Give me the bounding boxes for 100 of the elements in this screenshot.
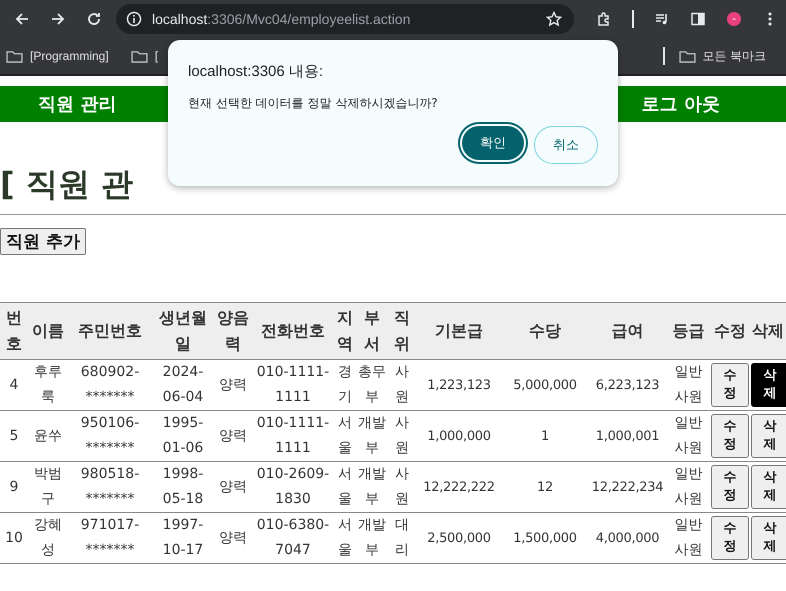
- bookmark-folder[interactable]: [: [154, 49, 158, 63]
- nav-link[interactable]: 직원 관리: [38, 92, 116, 116]
- column-header: 이름: [28, 302, 68, 360]
- url-host: localhost: [152, 11, 208, 27]
- table-cell: 1,000,000: [416, 410, 502, 462]
- folder-icon: [6, 50, 23, 62]
- table-cell: 개발부: [356, 462, 388, 512]
- table-cell: 총무부: [356, 360, 388, 410]
- table-cell: 010-6380-7047: [252, 512, 334, 564]
- table-cell: 일반사원: [667, 360, 710, 410]
- table-cell: 서울: [334, 512, 356, 564]
- column-header: 주민번호: [68, 302, 152, 360]
- address-bar[interactable]: localhost:3306/Mvc04/employeelist.action: [116, 4, 574, 34]
- table-cell: 12,222,234: [588, 462, 667, 512]
- table-cell: 서울: [334, 462, 356, 512]
- table-cell: 10: [0, 512, 28, 564]
- column-header: 등급: [667, 302, 710, 360]
- table-cell: 1,223,123: [416, 360, 502, 410]
- ok-button[interactable]: 확인: [462, 126, 524, 160]
- table-cell: 박범구: [28, 462, 68, 512]
- table-cell: 12: [502, 462, 588, 512]
- table-cell: 12,222,222: [416, 462, 502, 512]
- table-cell: 양력: [214, 462, 252, 512]
- table-cell: 010-2609-1830: [252, 462, 334, 512]
- table-cell: 일반사원: [667, 462, 710, 512]
- table-cell: 일반사원: [667, 512, 710, 564]
- column-header: 번호: [0, 302, 28, 360]
- table-cell: 1: [502, 410, 588, 462]
- table-cell: 1,500,000: [502, 512, 588, 564]
- table-cell: 010-1111-1111: [252, 410, 334, 462]
- column-header: 삭제: [750, 302, 786, 360]
- table-cell: 강혜성: [28, 512, 68, 564]
- page-heading: [ 직원 관: [0, 164, 133, 205]
- table-cell: 2024-06-04: [152, 360, 214, 410]
- table-cell: 후루룩: [28, 360, 68, 410]
- star-icon[interactable]: [546, 11, 562, 27]
- delete-button[interactable]: 삭제: [751, 414, 786, 458]
- table-cell: 경기: [334, 360, 356, 410]
- info-icon[interactable]: [126, 11, 142, 27]
- column-header: 부서: [356, 302, 388, 360]
- table-cell: 양력: [214, 410, 252, 462]
- table-cell: 사원: [388, 462, 416, 512]
- back-icon[interactable]: [14, 11, 30, 27]
- table-cell: 양력: [214, 512, 252, 564]
- media-icon[interactable]: [654, 11, 670, 27]
- table-cell: 680902-*******: [68, 360, 152, 410]
- table-cell: 1995-01-06: [152, 410, 214, 462]
- bookmark-folder[interactable]: [Programming]: [30, 49, 109, 63]
- column-header: 수정: [710, 302, 750, 360]
- table-cell: 일반사원: [667, 410, 710, 462]
- folder-icon: [130, 50, 148, 62]
- cancel-button[interactable]: 취소: [534, 126, 598, 164]
- delete-button[interactable]: 삭제: [751, 465, 786, 509]
- folder-icon: [678, 50, 696, 62]
- dialog-title: localhost:3306 내용:: [188, 62, 324, 81]
- table-cell: 950106-*******: [68, 410, 152, 462]
- table-cell: 971017-*******: [68, 512, 152, 564]
- edit-button[interactable]: 수정: [711, 414, 749, 458]
- delete-button[interactable]: 삭제: [751, 363, 786, 407]
- column-header: 전화번호: [252, 302, 334, 360]
- table-cell: 사원: [388, 410, 416, 462]
- table-cell: 5,000,000: [502, 360, 588, 410]
- table-cell: 010-1111-1111: [252, 360, 334, 410]
- table-cell: 1,000,001: [588, 410, 667, 462]
- side-panel-icon[interactable]: [690, 11, 706, 27]
- table-cell: 개발부: [356, 410, 388, 462]
- column-header: 수당: [502, 302, 588, 360]
- add-employee-button[interactable]: 직원 추가: [0, 228, 86, 255]
- table-cell: 양력: [214, 360, 252, 410]
- table-cell: 980518-*******: [68, 462, 152, 512]
- column-header: 지역: [334, 302, 356, 360]
- table-cell: 개발부: [356, 512, 388, 564]
- edit-button[interactable]: 수정: [711, 363, 749, 407]
- delete-button[interactable]: 삭제: [751, 516, 786, 560]
- table-cell: 사원: [388, 360, 416, 410]
- column-header: 생년월일: [152, 302, 214, 360]
- reload-icon[interactable]: [86, 11, 102, 27]
- column-header: 기본급: [416, 302, 502, 360]
- column-header: 양음력: [214, 302, 252, 360]
- table-cell: 6,223,123: [588, 360, 667, 410]
- table-cell: 대리: [388, 512, 416, 564]
- table-cell: 9: [0, 462, 28, 512]
- table-cell: 1998-05-18: [152, 462, 214, 512]
- column-header: 직위: [388, 302, 416, 360]
- puzzle-icon[interactable]: [596, 11, 612, 27]
- table-cell: 5: [0, 410, 28, 462]
- column-header: 급여: [588, 302, 667, 360]
- table-cell: 4,000,000: [588, 512, 667, 564]
- forward-icon[interactable]: [50, 11, 66, 27]
- table-cell: 1997-10-17: [152, 512, 214, 564]
- edit-button[interactable]: 수정: [711, 465, 749, 509]
- edit-button[interactable]: 수정: [711, 516, 749, 560]
- table-cell: 윤쑤: [28, 410, 68, 462]
- nav-link[interactable]: 로그 아웃: [642, 92, 720, 116]
- url-path: :3306/Mvc04/employeelist.action: [207, 11, 410, 27]
- table-cell: 4: [0, 360, 28, 410]
- bookmark-folder[interactable]: 모든 북마크: [702, 48, 766, 64]
- table-cell: 2,500,000: [416, 512, 502, 564]
- profile-avatar[interactable]: [726, 11, 742, 27]
- table-cell: 서울: [334, 410, 356, 462]
